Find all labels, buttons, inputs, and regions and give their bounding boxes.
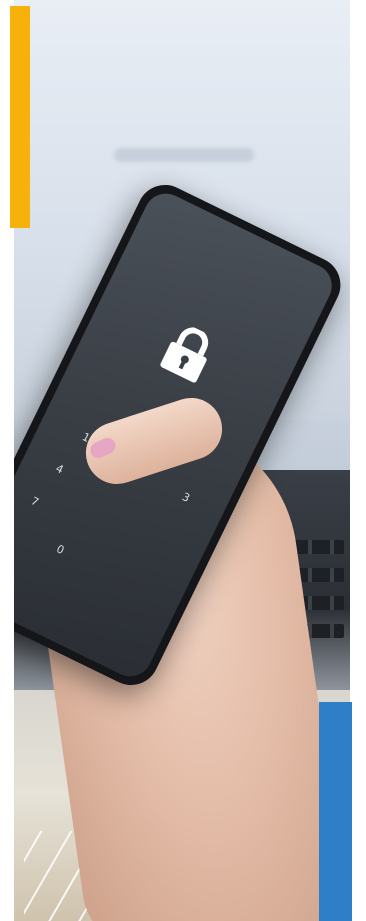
hero-photo: 1 4 7 0 3 <box>14 0 350 921</box>
lock-icon <box>160 327 209 383</box>
keypad-digit: 3 <box>179 490 192 505</box>
keypad-digit: 4 <box>53 461 66 477</box>
keypad-digit: 7 <box>28 494 41 510</box>
blue-accent-bar <box>319 702 352 921</box>
keypad-digit: 0 <box>54 542 67 558</box>
yellow-accent-bar <box>10 6 30 228</box>
monitor-blurred-bar <box>114 148 254 162</box>
